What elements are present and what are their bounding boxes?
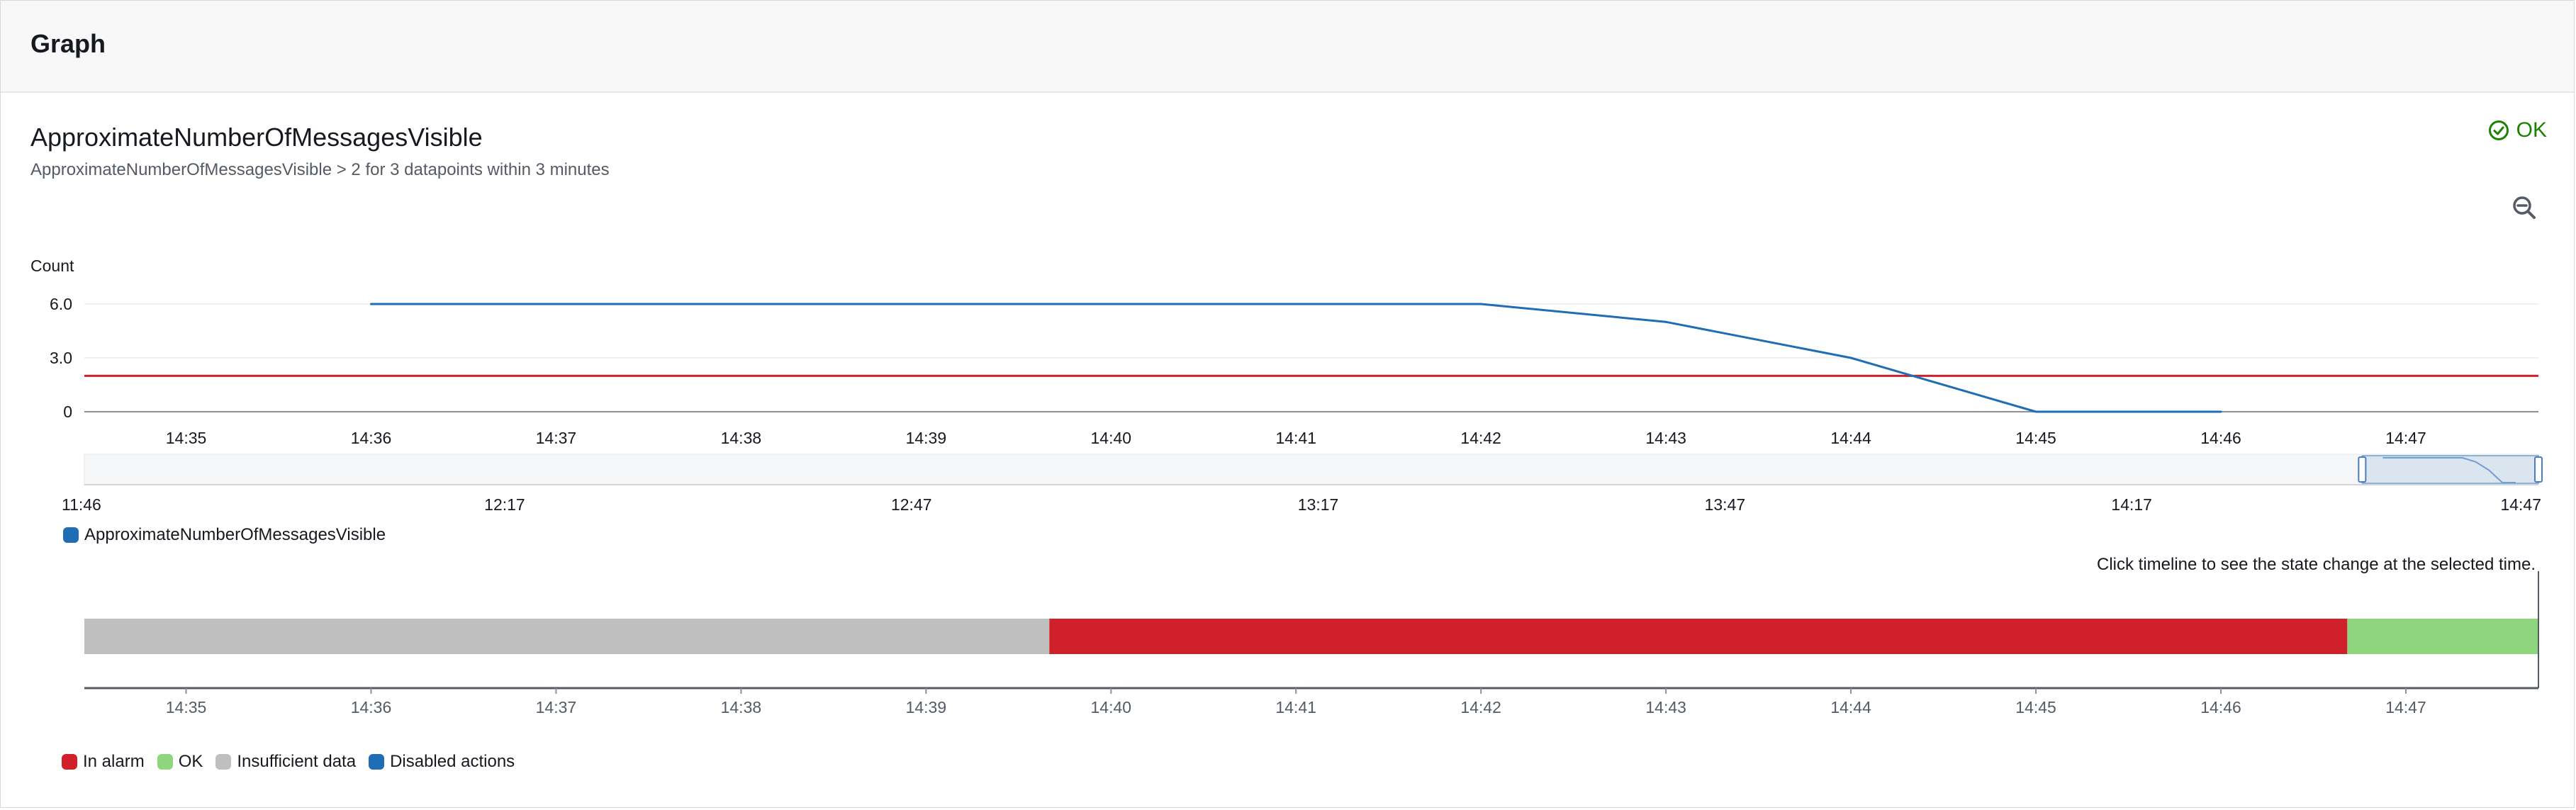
navigator-tick-label: 13:17 xyxy=(1298,495,1339,514)
series-legend: ApproximateNumberOfMessagesVisible xyxy=(63,525,398,545)
navigator-tick-label: 14:47 xyxy=(2500,495,2541,514)
state-segment[interactable] xyxy=(84,619,1050,654)
x-tick-label: 14:47 xyxy=(2385,429,2426,447)
timeline-tick-label: 14:37 xyxy=(536,698,577,716)
timeline-tick-label: 14:40 xyxy=(1091,698,1132,716)
x-tick-label: 14:43 xyxy=(1645,429,1686,447)
series-legend-swatch xyxy=(63,527,79,543)
data-point xyxy=(2034,410,2037,413)
x-tick-label: 14:39 xyxy=(906,429,947,447)
state-legend-swatch xyxy=(215,754,232,770)
timeline-tick-label: 14:39 xyxy=(906,698,947,716)
state-legend-swatch xyxy=(157,754,173,770)
x-tick-label: 14:36 xyxy=(351,429,392,447)
navigator-track xyxy=(84,454,2539,485)
x-tick-label: 14:46 xyxy=(2200,429,2241,447)
y-tick-label: 3.0 xyxy=(50,349,72,367)
state-legend-swatch xyxy=(369,754,385,770)
x-tick-label: 14:42 xyxy=(1460,429,1501,447)
timeline-tick-label: 14:38 xyxy=(721,698,762,716)
timeline-tick-label: 14:44 xyxy=(1830,698,1871,716)
navigator-tick-label: 13:47 xyxy=(1705,495,1746,514)
data-point xyxy=(2219,410,2222,413)
timeline-tick-label: 14:47 xyxy=(2385,698,2426,716)
y-tick-label: 0 xyxy=(63,403,72,421)
state-legend-label: OK xyxy=(178,752,203,771)
navigator-handle[interactable] xyxy=(2534,456,2543,483)
state-legend-label: Disabled actions xyxy=(390,752,515,771)
metric-chart[interactable]: Count 0 3.0 6.0 14:35 14:36 14:37 14:38 14:39 14:… xyxy=(1,1,2576,810)
timeline-tick-label: 14:46 xyxy=(2200,698,2241,716)
timeline-tick-label: 14:42 xyxy=(1460,698,1501,716)
timeline-tick-label: 14:36 xyxy=(351,698,392,716)
navigator-selection[interactable] xyxy=(2361,455,2539,484)
state-legend-item[interactable]: In alarm xyxy=(62,752,145,772)
x-tick-label: 14:44 xyxy=(1830,429,1871,447)
x-tick-label: 14:45 xyxy=(2015,429,2056,447)
series-legend-item[interactable]: ApproximateNumberOfMessagesVisible xyxy=(63,525,386,545)
state-legend-item[interactable]: OK xyxy=(157,752,203,772)
x-tick-label: 14:35 xyxy=(166,429,207,447)
state-legend-swatch xyxy=(62,754,77,770)
series-legend-label: ApproximateNumberOfMessagesVisible xyxy=(84,525,386,544)
timeline-tick-label: 14:43 xyxy=(1645,698,1686,716)
y-axis-label: Count xyxy=(30,257,74,275)
navigator-tick-label: 12:47 xyxy=(891,495,932,514)
navigator-tick-label: 11:46 xyxy=(62,495,101,514)
y-tick-label: 6.0 xyxy=(50,295,72,313)
state-segment[interactable] xyxy=(2347,619,2538,654)
state-legend-label: Insufficient data xyxy=(237,752,357,771)
state-legend-label: In alarm xyxy=(83,752,145,771)
timeline-hint: Click timeline to see the state change a… xyxy=(2097,555,2536,574)
navigator-tick-label: 14:17 xyxy=(2111,495,2152,514)
x-tick-label: 14:37 xyxy=(536,429,577,447)
x-tick-label: 14:40 xyxy=(1091,429,1132,447)
data-point xyxy=(369,303,372,305)
data-point xyxy=(1664,320,1667,323)
x-tick-label: 14:41 xyxy=(1275,429,1316,447)
state-legend-item[interactable]: Insufficient data xyxy=(215,752,356,772)
timeline-tick-label: 14:35 xyxy=(166,698,207,716)
navigator-tick-label: 12:17 xyxy=(484,495,525,514)
x-tick-label: 14:38 xyxy=(721,429,762,447)
timeline-tick-label: 14:41 xyxy=(1275,698,1316,716)
data-point xyxy=(1479,303,1482,305)
timeline-tick-label: 14:45 xyxy=(2015,698,2056,716)
state-legend-item[interactable]: Disabled actions xyxy=(369,752,515,772)
navigator-handle[interactable] xyxy=(2358,456,2367,483)
state-segment[interactable] xyxy=(1049,619,2348,654)
data-point xyxy=(1849,356,1852,359)
state-legend: In alarm OK Insufficient data Disabled acti… xyxy=(62,752,527,772)
graph-panel: Graph ApproximateNumberOfMessagesVisible… xyxy=(0,0,2575,808)
